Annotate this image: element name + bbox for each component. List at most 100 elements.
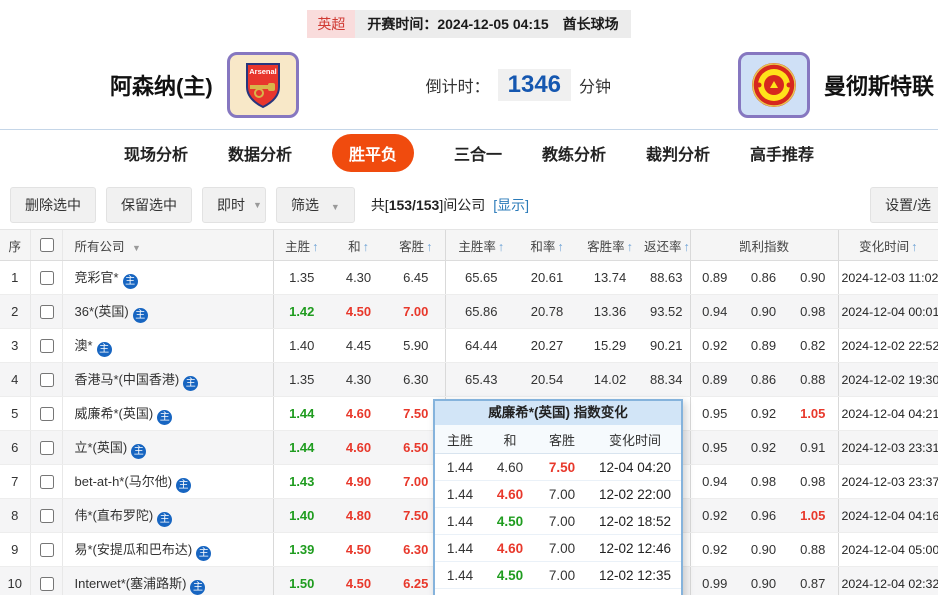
- kelly-away-cell: 0.82: [788, 328, 838, 363]
- change-time-cell: 2024-12-03 23:31: [837, 430, 938, 465]
- row-checkbox[interactable]: [39, 440, 54, 455]
- row-checkbox[interactable]: [39, 372, 54, 387]
- draw-odds-cell: 4.90: [330, 464, 387, 499]
- sort-asc-icon: ↑: [683, 239, 690, 254]
- row-checkbox[interactable]: [39, 406, 54, 421]
- table-row[interactable]: 2 36*(英国) 主 1.42 4.50 7.00 65.86 20.78 13.36 93.5…: [0, 294, 938, 329]
- header-home-odds[interactable]: 主胜 ↑: [272, 229, 330, 261]
- popup-draw-odds: 4.60: [485, 534, 535, 562]
- popup-change-time: 12-02 12:35: [589, 561, 681, 589]
- kelly-home-cell: 0.99: [689, 566, 739, 595]
- tab-1[interactable]: 数据分析: [228, 141, 292, 165]
- settings-button[interactable]: 设置/选: [870, 187, 938, 223]
- show-link[interactable]: [显示]: [493, 195, 529, 215]
- popup-away-odds: 7.00: [535, 588, 589, 595]
- company-name-cell[interactable]: Interwet*(塞浦路斯) 主: [61, 566, 273, 595]
- home-badge-icon: 主: [132, 307, 148, 323]
- company-name-cell[interactable]: bet-at-h*(马尔他) 主: [61, 464, 273, 499]
- company-name-cell[interactable]: 香港马*(中国香港) 主: [61, 362, 273, 397]
- header-company[interactable]: 所有公司 ▼: [61, 229, 273, 261]
- odds-change-popup: 威廉希*(英国) 指数变化 主胜 和 客胜 变化时间 1.44 4.60 7.50 1…: [433, 399, 683, 595]
- table-row[interactable]: 4 香港马*(中国香港) 主 1.35 4.30 6.30 65.43 20.54 14.02 8…: [0, 362, 938, 397]
- tab-0[interactable]: 现场分析: [124, 141, 188, 165]
- company-name-cell[interactable]: 伟*(直布罗陀) 主: [61, 498, 273, 533]
- company-name-cell[interactable]: 威廉希*(英国) 主: [61, 396, 273, 431]
- popup-draw-odds: 4.50: [485, 561, 535, 589]
- kelly-draw-cell: 0.90: [739, 294, 788, 329]
- company-name-cell[interactable]: 易*(安提瓜和巴布达) 主: [61, 532, 273, 567]
- row-checkbox[interactable]: [39, 576, 54, 591]
- popup-change-time: 12-04 04:20: [589, 453, 681, 481]
- header-payout-rate[interactable]: 返还率 ↑: [643, 229, 690, 261]
- tab-4[interactable]: 教练分析: [542, 141, 606, 165]
- tab-6[interactable]: 高手推荐: [750, 141, 814, 165]
- row-checkbox[interactable]: [39, 542, 54, 557]
- row-index: 7: [0, 464, 30, 499]
- draw-odds-cell: 4.60: [330, 396, 387, 431]
- kelly-draw-cell: 0.90: [739, 532, 788, 567]
- header-change-time[interactable]: 变化时间 ↑: [837, 229, 938, 261]
- company-name: bet-at-h*(马尔他): [74, 473, 173, 489]
- tab-2[interactable]: 胜平负: [331, 134, 414, 172]
- row-select-cell: [29, 396, 62, 431]
- popup-change-time: 12-02 18:52: [589, 507, 681, 535]
- sort-asc-icon: ↑: [362, 239, 369, 254]
- payout-rate-cell: 88.34: [643, 362, 690, 397]
- popup-draw-odds: 4.60: [485, 480, 535, 508]
- row-checkbox[interactable]: [39, 270, 54, 285]
- change-time-cell: 2024-12-04 02:32: [837, 566, 938, 595]
- table-row[interactable]: 1 竞彩官* 主 1.35 4.30 6.45 65.65 20.61 13.74 88.63 0.…: [0, 260, 938, 295]
- popup-home-odds: 1.44: [435, 453, 485, 481]
- away-odds-cell: 6.45: [387, 260, 445, 295]
- select-all-checkbox[interactable]: [39, 238, 54, 252]
- draw-rate-cell: 20.54: [517, 362, 577, 397]
- popup-away-odds: 7.50: [535, 453, 589, 481]
- table-row[interactable]: 3 澳* 主 1.40 4.45 5.90 64.44 20.27 15.29 90.21 0.92…: [0, 328, 938, 363]
- row-index: 3: [0, 328, 30, 363]
- home-rate-cell: 65.86: [444, 294, 517, 329]
- kelly-away-cell: 0.88: [788, 362, 838, 397]
- kelly-draw-cell: 0.96: [739, 498, 788, 533]
- company-name-cell[interactable]: 澳* 主: [61, 328, 273, 363]
- league-badge[interactable]: 英超: [307, 10, 356, 38]
- kelly-draw-cell: 0.92: [739, 396, 788, 431]
- popup-change-time: 12-02 07:56: [589, 588, 681, 595]
- tab-5[interactable]: 裁判分析: [646, 141, 710, 165]
- kelly-away-cell: 0.87: [788, 566, 838, 595]
- draw-rate-cell: 20.78: [517, 294, 577, 329]
- venue-text: 酋长球场: [562, 16, 619, 32]
- popup-away-odds: 7.00: [535, 507, 589, 535]
- row-checkbox[interactable]: [39, 338, 54, 353]
- company-name-cell[interactable]: 立*(英国) 主: [61, 430, 273, 465]
- header-away-odds[interactable]: 客胜 ↑: [387, 229, 445, 261]
- company-name-cell[interactable]: 36*(英国) 主: [61, 294, 273, 329]
- row-checkbox[interactable]: [39, 508, 54, 523]
- header-away-rate[interactable]: 客胜率 ↑: [577, 229, 643, 261]
- countdown-unit: 分钟: [579, 79, 612, 96]
- popup-away-odds: 7.00: [535, 534, 589, 562]
- count-value: 153/153: [388, 197, 440, 213]
- row-checkbox[interactable]: [39, 304, 54, 319]
- delete-selected-button[interactable]: 删除选中: [10, 187, 96, 223]
- match-header: 阿森纳(主) Arsenal 倒计时： 1346 分钟 曼彻斯特联: [0, 48, 938, 122]
- home-odds-cell: 1.40: [272, 498, 330, 533]
- home-badge-icon: 主: [196, 545, 212, 561]
- header-draw-rate[interactable]: 和率 ↑: [517, 229, 577, 261]
- header-home-rate[interactable]: 主胜率 ↑: [444, 229, 517, 261]
- row-select-cell: [29, 430, 62, 465]
- tab-3[interactable]: 三合一: [454, 141, 502, 165]
- filter-dropdown[interactable]: 筛选 ▼: [276, 187, 355, 223]
- row-checkbox[interactable]: [39, 474, 54, 489]
- company-name-cell[interactable]: 竞彩官* 主: [61, 260, 273, 295]
- change-time-cell: 2024-12-03 11:02: [837, 260, 938, 295]
- keep-selected-button[interactable]: 保留选中: [106, 187, 192, 223]
- header-select-all: [29, 229, 62, 261]
- header-draw-odds[interactable]: 和 ↑: [330, 229, 387, 261]
- sort-asc-icon: ↑: [626, 239, 633, 254]
- popup-row: 1.44 4.60 7.50 12-04 04:20: [435, 453, 681, 481]
- kelly-home-cell: 0.92: [689, 498, 739, 533]
- row-index: 2: [0, 294, 30, 329]
- draw-rate-cell: 20.61: [517, 260, 577, 295]
- instant-dropdown[interactable]: 即时 ▼: [202, 187, 266, 223]
- row-select-cell: [29, 294, 62, 329]
